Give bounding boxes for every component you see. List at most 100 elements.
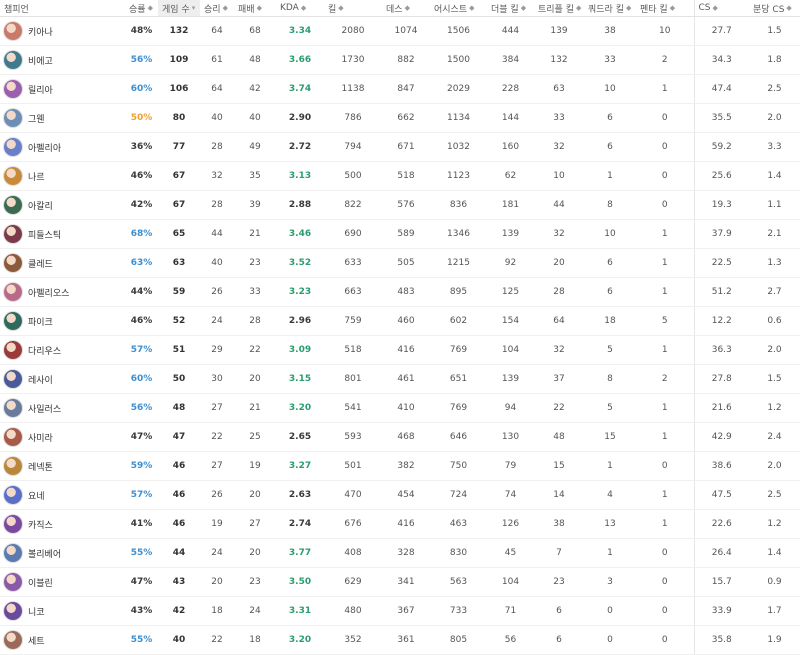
champion-name[interactable]: 아펠리오스 — [28, 286, 69, 299]
table-row[interactable]: 클레드 63% 63 40 23 3.52 633 505 1215 92 20 6 1 22.5 1.3 — [0, 248, 800, 278]
table-row[interactable]: 레사이 60% 50 30 20 3.15 801 461 651 139 37 8 2 27.8 1.5 — [0, 364, 800, 394]
losses-cell: 39 — [234, 190, 276, 220]
kda-cell: 3.31 — [276, 596, 324, 626]
column-header-kills[interactable]: 킬 ◆ — [324, 0, 382, 17]
champion-cell: 다리우스 — [0, 335, 125, 365]
penta-cell: 2 — [636, 45, 694, 75]
table-row[interactable]: 피들스틱 68% 65 44 21 3.46 690 589 1346 139 32 10 1 37.9 2… — [0, 219, 800, 249]
champion-name[interactable]: 아펠리아 — [28, 141, 61, 154]
cs-cell: 47.4 — [693, 74, 749, 104]
sort-both-icon[interactable]: ◆ — [786, 4, 791, 12]
table-row[interactable]: 파이크 46% 52 24 28 2.96 759 460 602 154 64 18 5 12.2 0.6 — [0, 306, 800, 336]
column-header-assists[interactable]: 어시스트 ◆ — [430, 0, 487, 17]
champion-name[interactable]: 이블린 — [28, 576, 53, 589]
column-header-label: 어시스트 — [434, 4, 468, 15]
champion-name[interactable]: 클레드 — [28, 257, 53, 270]
sort-both-icon[interactable]: ◆ — [301, 4, 306, 12]
champion-name[interactable]: 파이크 — [28, 315, 53, 328]
column-header-winrate[interactable]: 승률 ◆ — [125, 0, 158, 17]
champion-name[interactable]: 키아나 — [28, 25, 53, 38]
table-row[interactable]: 릴리아 60% 106 64 42 3.74 1138 847 2029 228 63 10 1 47.4… — [0, 74, 800, 104]
cspm-cell: 2.4 — [749, 422, 800, 452]
sort-both-icon[interactable]: ◆ — [338, 4, 343, 12]
table-row[interactable]: 카직스 41% 46 19 27 2.74 676 416 463 126 38 13 1 22.6 1.2 — [0, 509, 800, 539]
champion-name[interactable]: 레넥톤 — [28, 460, 53, 473]
champion-name[interactable]: 사미라 — [28, 431, 53, 444]
table-row[interactable]: 그웬 50% 80 40 40 2.90 786 662 1134 144 33 6 0 35.5 2.0 — [0, 103, 800, 133]
winrate-cell: 68% — [125, 219, 158, 249]
table-row[interactable]: 세트 55% 40 22 18 3.20 352 361 805 56 6 0 0 35.8 1.9 — [0, 625, 800, 655]
champion-name[interactable]: 다리우스 — [28, 344, 61, 357]
deaths-cell: 460 — [382, 306, 430, 336]
losses-cell: 33 — [234, 277, 276, 307]
wins-cell: 22 — [200, 422, 234, 452]
sort-both-icon[interactable]: ◆ — [670, 4, 675, 12]
table-row[interactable]: 레넥톤 59% 46 27 19 3.27 501 382 750 79 15 1 0 38.6 2.0 — [0, 451, 800, 481]
table-row[interactable]: 아칼리 42% 67 28 39 2.88 822 576 836 181 44 8 0 19.3 1.1 — [0, 190, 800, 220]
cs-cell: 59.2 — [693, 132, 749, 162]
sort-both-icon[interactable]: ◆ — [257, 4, 262, 12]
sort-both-icon[interactable]: ◆ — [521, 4, 526, 12]
quadra-cell: 33 — [584, 45, 636, 75]
wins-cell: 24 — [200, 538, 234, 568]
table-row[interactable]: 이블린 47% 43 20 23 3.50 629 341 563 104 23 3 0 15.7 0.9 — [0, 567, 800, 597]
champion-name[interactable]: 그웬 — [28, 112, 45, 125]
champion-name[interactable]: 피들스틱 — [28, 228, 61, 241]
sort-both-icon[interactable]: ◆ — [576, 4, 581, 12]
champion-name[interactable]: 사일러스 — [28, 402, 61, 415]
table-row[interactable]: 키아나 48% 132 64 68 3.34 2080 1074 1506 444 139 38 10 2… — [0, 16, 800, 46]
column-header-quadra[interactable]: 쿼드라 킬 ◆ — [584, 0, 636, 17]
wins-cell: 40 — [200, 248, 234, 278]
table-row[interactable]: 요네 57% 46 26 20 2.63 470 454 724 74 14 4 1 47.5 2.5 — [0, 480, 800, 510]
column-header-double[interactable]: 더블 킬 ◆ — [487, 0, 534, 17]
column-header-triple[interactable]: 트리플 킬 ◆ — [534, 0, 584, 17]
cs-cell: 34.3 — [693, 45, 749, 75]
penta-cell: 1 — [636, 480, 694, 510]
champion-name[interactable]: 요네 — [28, 489, 45, 502]
column-header-deaths[interactable]: 데스 ◆ — [382, 0, 430, 17]
column-header-cs[interactable]: CS ◆ — [693, 0, 749, 17]
sort-both-icon[interactable]: ◆ — [713, 4, 718, 12]
assists-cell: 1500 — [430, 45, 487, 75]
sort-both-icon[interactable]: ◆ — [223, 4, 228, 12]
champion-cell: 그웬 — [0, 103, 125, 133]
table-row[interactable]: 사일러스 56% 48 27 21 3.20 541 410 769 94 22 5 1 21.6 1.2 — [0, 393, 800, 423]
quadra-cell: 0 — [584, 596, 636, 626]
sort-both-icon[interactable]: ◆ — [469, 4, 474, 12]
double-cell: 71 — [487, 596, 534, 626]
champion-name[interactable]: 레사이 — [28, 373, 53, 386]
column-header-games[interactable]: 게임 수 ▾ — [158, 0, 200, 17]
sort-both-icon[interactable]: ◆ — [148, 4, 153, 12]
table-row[interactable]: 니코 43% 42 18 24 3.31 480 367 733 71 6 0 0 33.9 1.7 — [0, 596, 800, 626]
column-header-cspm[interactable]: 분당 CS ◆ — [749, 0, 800, 17]
sort-desc-icon[interactable]: ▾ — [192, 4, 196, 12]
table-row[interactable]: 나르 46% 67 32 35 3.13 500 518 1123 62 10 1 0 25.6 1.4 — [0, 161, 800, 191]
table-row[interactable]: 볼리베어 55% 44 24 20 3.77 408 328 830 45 7 1 0 26.4 1.4 — [0, 538, 800, 568]
table-row[interactable]: 아펠리오스 44% 59 26 33 3.23 663 483 895 125 28 6 1 51.2 2.… — [0, 277, 800, 307]
champion-name[interactable]: 릴리아 — [28, 83, 53, 96]
deaths-cell: 589 — [382, 219, 430, 249]
column-header-losses[interactable]: 패배 ◆ — [234, 0, 276, 17]
games-cell: 63 — [158, 248, 200, 278]
assists-cell: 2029 — [430, 74, 487, 104]
champion-name[interactable]: 볼리베어 — [28, 547, 61, 560]
champion-name[interactable]: 카직스 — [28, 518, 53, 531]
kda-cell: 3.66 — [276, 45, 324, 75]
champion-name[interactable]: 세트 — [28, 634, 45, 647]
sort-both-icon[interactable]: ◆ — [626, 4, 631, 12]
column-header-wins[interactable]: 승리 ◆ — [200, 0, 234, 17]
deaths-cell: 367 — [382, 596, 430, 626]
column-header-kda[interactable]: KDA ◆ — [276, 0, 324, 17]
champion-name[interactable]: 비에고 — [28, 54, 53, 67]
wins-cell: 27 — [200, 451, 234, 481]
triple-cell: 20 — [534, 248, 584, 278]
sort-both-icon[interactable]: ◆ — [405, 4, 410, 12]
table-row[interactable]: 다리우스 57% 51 29 22 3.09 518 416 769 104 32 5 1 36.3 2.0 — [0, 335, 800, 365]
champion-name[interactable]: 나르 — [28, 170, 45, 183]
table-row[interactable]: 아펠리아 36% 77 28 49 2.72 794 671 1032 160 32 6 0 59.2 3.… — [0, 132, 800, 162]
table-row[interactable]: 사미라 47% 47 22 25 2.65 593 468 646 130 48 15 1 42.9 2.4 — [0, 422, 800, 452]
column-header-penta[interactable]: 펜타 킬 ◆ — [636, 0, 694, 17]
champion-name[interactable]: 아칼리 — [28, 199, 53, 212]
table-row[interactable]: 비에고 56% 109 61 48 3.66 1730 882 1500 384 132 33 2 34.… — [0, 45, 800, 75]
champion-name[interactable]: 니코 — [28, 605, 45, 618]
